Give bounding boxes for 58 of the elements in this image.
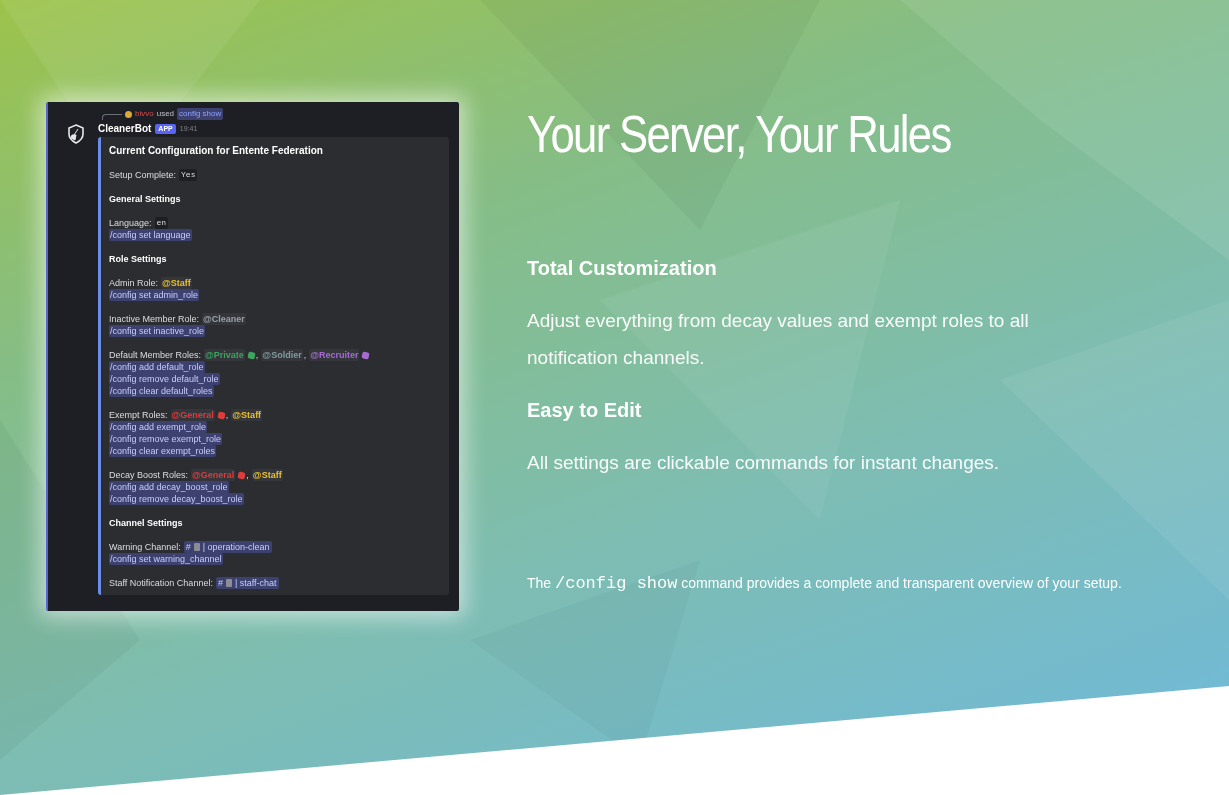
feature-heading: Easy to Edit (527, 398, 643, 423)
section-heading: Role Settings (109, 253, 168, 265)
feature-text: Adjust everything from decay values and exempt roles to all notification channels. (527, 309, 1030, 370)
section-heading: Channel Settings (109, 517, 184, 529)
role-mention[interactable]: @Cleaner (202, 313, 246, 325)
field-label: Setup Complete: (109, 169, 177, 181)
code-value: Yes (179, 169, 198, 181)
code-value: en (154, 217, 169, 229)
separator-text: , (303, 349, 307, 361)
role-mention[interactable]: @Private (204, 349, 245, 361)
field-label: Inactive Member Role: (109, 313, 200, 325)
command-link[interactable]: /config set inactive_role (109, 325, 206, 337)
channel-name: | staff-chat (234, 577, 277, 589)
field-label: Decay Boost Roles: (109, 469, 189, 481)
separator-text: , (255, 349, 259, 361)
channel-hash: # (217, 577, 223, 589)
channel-emoji-icon (193, 543, 200, 551)
field-label: Admin Role: (109, 277, 159, 289)
avatar-icon (125, 110, 132, 118)
command-link[interactable]: /config add decay_boost_role (109, 481, 229, 493)
command-link[interactable]: /config clear default_roles (109, 385, 214, 397)
channel-name: | operation-clean (202, 541, 270, 553)
section-heading: General Settings (109, 193, 182, 205)
command-link[interactable]: /config set admin_role (109, 289, 200, 301)
separator-text: , (225, 409, 229, 421)
feature-text: All settings are clickable commands for instant changes. (527, 451, 1001, 475)
command-link[interactable]: /config set warning_channel (109, 553, 223, 565)
role-mention[interactable]: @Soldier (261, 349, 303, 361)
reply-connector (102, 114, 122, 120)
command-link[interactable]: /config add exempt_role (109, 421, 208, 433)
channel-mention[interactable]: # | staff-chat (215, 577, 279, 589)
footnote: The /config show command provides a complete and transparent overview of your setup. (527, 573, 1123, 594)
command-link[interactable]: /config remove decay_boost_role (109, 493, 244, 505)
channel-hash: # (185, 541, 191, 553)
role-mention[interactable]: @Staff (161, 277, 192, 289)
field-label: Exempt Roles: (109, 409, 168, 421)
separator-text: , (246, 469, 249, 481)
field-label: Warning Channel: (109, 541, 181, 553)
command-link[interactable]: /config add default_role (109, 361, 205, 373)
channel-emoji-icon (225, 579, 232, 587)
bot-avatar-icon (66, 124, 86, 144)
role-mention[interactable]: @Staff (231, 409, 263, 421)
embed-title: Current Configuration for Entente Federation (109, 145, 324, 157)
command-link[interactable]: /config remove default_role (109, 373, 220, 385)
bot-name[interactable]: CleanerBot (98, 123, 152, 135)
field-label: Language: (109, 217, 152, 229)
reply-text: used (156, 108, 175, 120)
command-link[interactable]: /config remove exempt_role (109, 433, 223, 445)
field-label: Staff Notification Channel: (109, 577, 213, 589)
field-label: Default Member Roles: (109, 349, 202, 361)
feature-heading: Total Customization (527, 256, 718, 281)
command-link[interactable]: /config clear exempt_roles (109, 445, 217, 457)
channel-mention[interactable]: # | operation-clean (183, 541, 272, 553)
role-mention[interactable]: @Staff (251, 469, 283, 481)
command-link[interactable]: config show (177, 108, 224, 120)
command-link[interactable]: /config set language (109, 229, 192, 241)
username[interactable]: bivvo (135, 108, 154, 120)
headline: Your Server, Your Rules (527, 104, 952, 165)
